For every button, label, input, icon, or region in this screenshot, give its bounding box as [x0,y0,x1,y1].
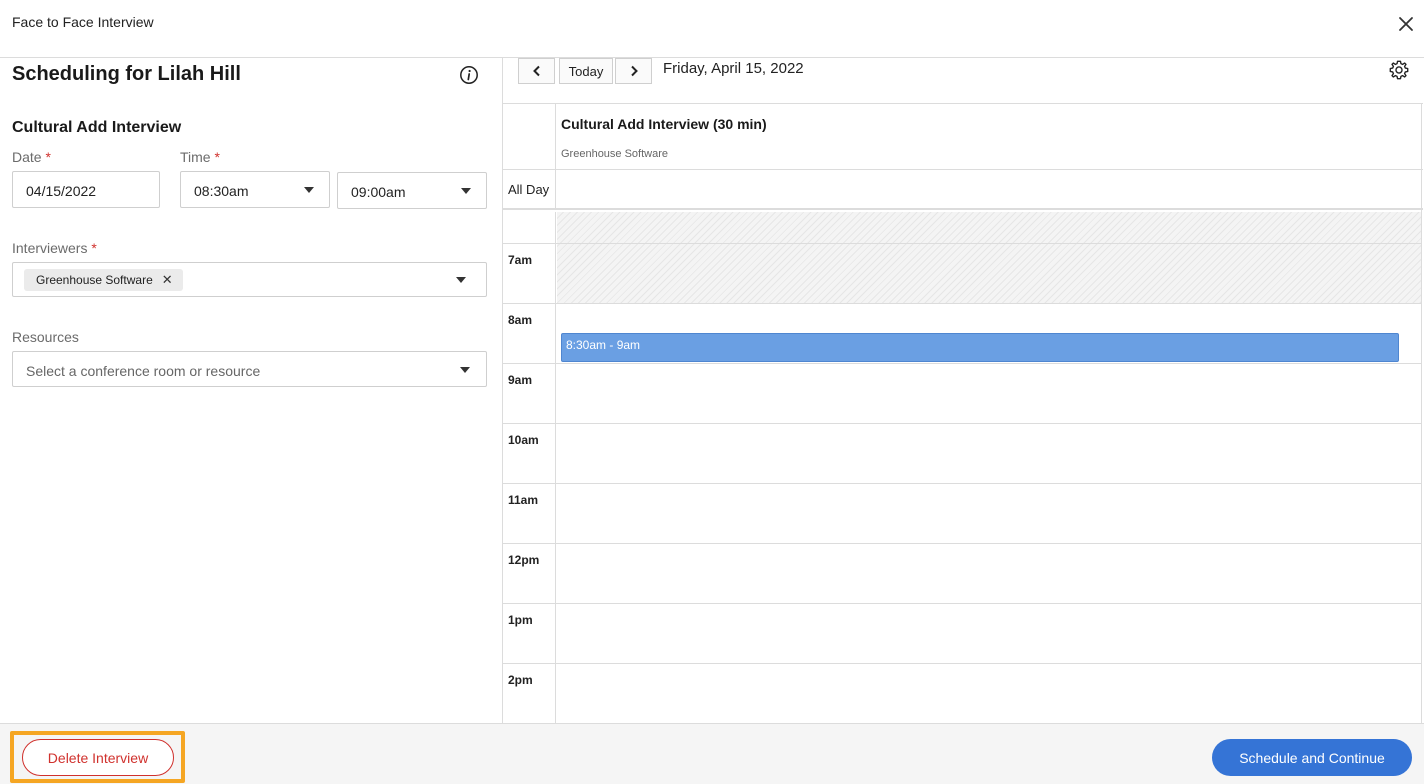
start-time-select[interactable]: 08:30am [180,171,330,208]
scheduled-event[interactable]: 8:30am - 9am [561,333,1399,362]
schedule-modal: Face to Face Interview Scheduling for Li… [0,0,1424,784]
calendar-column-header: Cultural Add Interview (30 min) Greenhou… [503,103,1423,170]
current-date: Friday, April 15, 2022 [663,60,804,77]
hour-label: 7am [508,253,533,267]
delete-interview-button[interactable]: Delete Interview [22,739,174,776]
remove-chip-icon[interactable]: ✕ [162,269,173,291]
hour-label: 2pm [508,673,533,687]
column-title: Cultural Add Interview (30 min) [561,116,767,132]
hour-label: 10am [508,433,539,447]
hour-line [503,423,1421,424]
hour-line [503,243,1421,244]
hour-label: 12pm [508,553,540,567]
scheduling-form: Scheduling for Lilah Hill Cultural Add I… [0,58,502,723]
hour-line [503,303,1421,304]
close-icon[interactable] [1396,14,1416,34]
modal-title: Face to Face Interview [12,14,154,30]
end-time-select[interactable]: 09:00am [337,172,487,209]
calendar-edge [1421,103,1422,723]
time-gutter [503,212,556,723]
chevron-left-icon [532,65,540,77]
gear-icon[interactable] [1388,59,1410,81]
time-label: Time * [180,149,220,165]
modal-footer: Delete Interview Schedule and Continue [0,723,1424,784]
calendar-panel: Today Friday, April 15, 2022 Cultural Ad… [502,58,1424,723]
resources-select[interactable]: Select a conference room or resource [12,351,487,387]
all-day-label: All Day [508,182,550,197]
chevron-right-icon [630,65,638,77]
resources-label: Resources [12,329,79,345]
interview-name: Cultural Add Interview [12,119,182,136]
info-icon[interactable] [459,65,479,85]
chevron-down-icon [456,277,466,283]
schedule-and-continue-button[interactable]: Schedule and Continue [1212,739,1412,776]
date-field[interactable]: 04/15/2022 [12,171,160,208]
hour-line [503,363,1421,364]
today-button[interactable]: Today [559,58,613,84]
hour-line [503,543,1421,544]
hour-line [503,663,1421,664]
column-subtitle: Greenhouse Software [561,148,669,160]
all-day-row: All Day [503,170,1423,210]
chevron-down-icon [304,187,314,193]
date-label: Date * [12,149,51,165]
page-title: Scheduling for Lilah Hill [12,63,241,85]
interviewer-chip: Greenhouse Software ✕ [24,269,183,291]
chevron-down-icon [460,367,470,373]
hour-label: 8am [508,313,533,327]
hour-line [503,603,1421,604]
modal-header: Face to Face Interview [0,0,1424,58]
time-grid: 7am 8am 9am 10am 11am 12pm 1pm 2pm 8:30a… [503,212,1423,723]
prev-day-button[interactable] [518,58,555,84]
hour-line [503,483,1421,484]
interviewers-label: Interviewers * [12,240,97,256]
hour-label: 9am [508,373,533,387]
time-gutter [503,104,556,169]
hour-label: 1pm [508,613,533,627]
chevron-down-icon [461,188,471,194]
unavailable-block [557,212,1421,303]
interviewers-select[interactable]: Greenhouse Software ✕ [12,262,487,297]
hour-label: 11am [508,493,539,507]
next-day-button[interactable] [615,58,652,84]
